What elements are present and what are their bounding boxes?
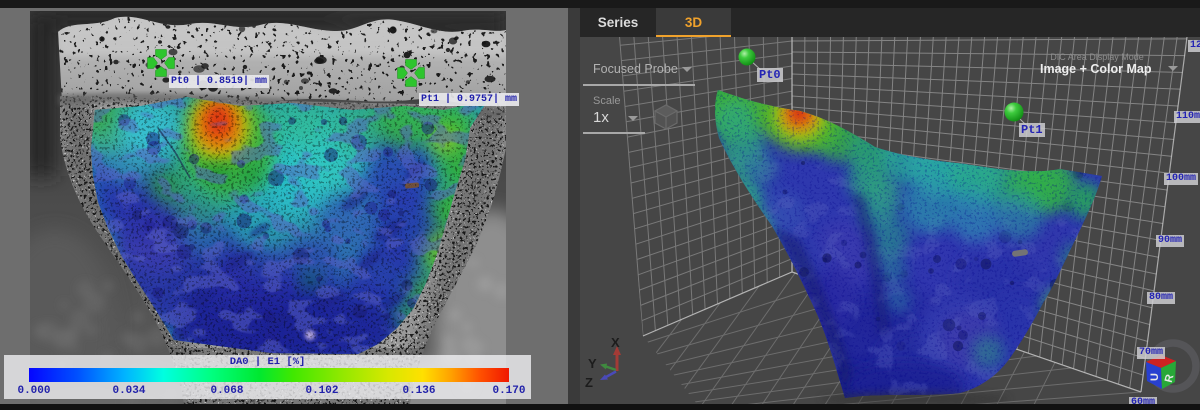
svg-text:U: U bbox=[1149, 373, 1161, 381]
svg-text:Y: Y bbox=[588, 356, 597, 371]
svg-text:X: X bbox=[611, 335, 620, 350]
svg-text:Z: Z bbox=[585, 375, 593, 390]
